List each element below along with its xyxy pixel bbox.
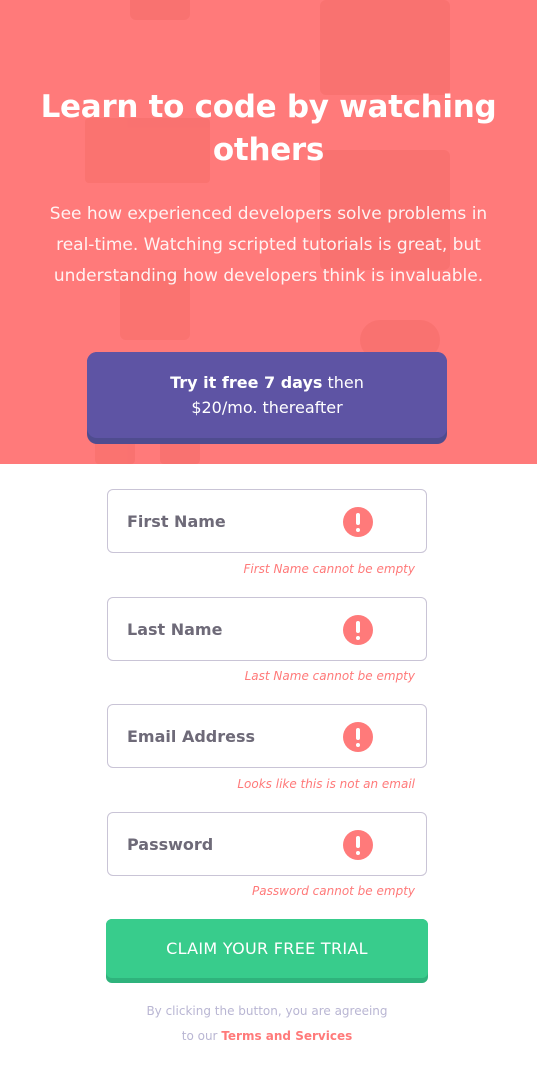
terms-line-1: By clicking the button, you are agreeing <box>146 1004 388 1018</box>
error-icon <box>343 615 373 645</box>
email-placeholder: Email Address <box>127 726 256 746</box>
claim-trial-button-label[interactable]: CLAIM YOUR FREE TRIAL <box>106 919 428 978</box>
trial-offer-price: $20/mo. thereafter <box>191 398 343 417</box>
error-icon <box>343 830 373 860</box>
hero-title: Learn to code by watching others <box>40 89 497 168</box>
email-field[interactable]: Email Address <box>107 704 427 768</box>
error-icon <box>343 722 373 752</box>
claim-trial-button[interactable]: CLAIM YOUR FREE TRIAL <box>106 919 428 983</box>
terms-line-2-prefix: to our <box>181 1029 222 1043</box>
last-name-error: Last Name cannot be empty <box>244 669 415 683</box>
first-name-error: First Name cannot be empty <box>243 562 416 576</box>
trial-offer-content: Try it free 7 days then $20/mo. thereaft… <box>87 352 447 438</box>
last-name-placeholder: Last Name <box>127 619 223 639</box>
last-name-field[interactable]: Last Name <box>107 597 427 661</box>
first-name-placeholder: First Name <box>127 511 226 531</box>
trial-offer-then: then <box>322 373 364 392</box>
terms-notice: By clicking the button, you are agreeing… <box>106 999 428 1049</box>
hero-section: Learn to code by watching others See how… <box>0 0 537 464</box>
trial-offer-banner: Try it free 7 days then $20/mo. thereaft… <box>87 352 447 444</box>
password-error: Password cannot be empty <box>252 884 415 898</box>
terms-link[interactable]: Terms and Services <box>221 1029 352 1043</box>
password-placeholder: Password <box>127 834 214 854</box>
trial-offer-highlight: Try it free 7 days <box>170 373 323 392</box>
trial-offer-line-1: Try it free 7 days then <box>170 370 364 395</box>
error-icon <box>343 507 373 537</box>
first-name-field[interactable]: First Name <box>107 489 427 553</box>
terms-line-2: to our Terms and Services <box>106 1024 428 1049</box>
hero-description: See how experienced developers solve pro… <box>49 204 488 286</box>
email-error: Looks like this is not an email <box>237 777 415 791</box>
password-field[interactable]: Password <box>107 812 427 876</box>
